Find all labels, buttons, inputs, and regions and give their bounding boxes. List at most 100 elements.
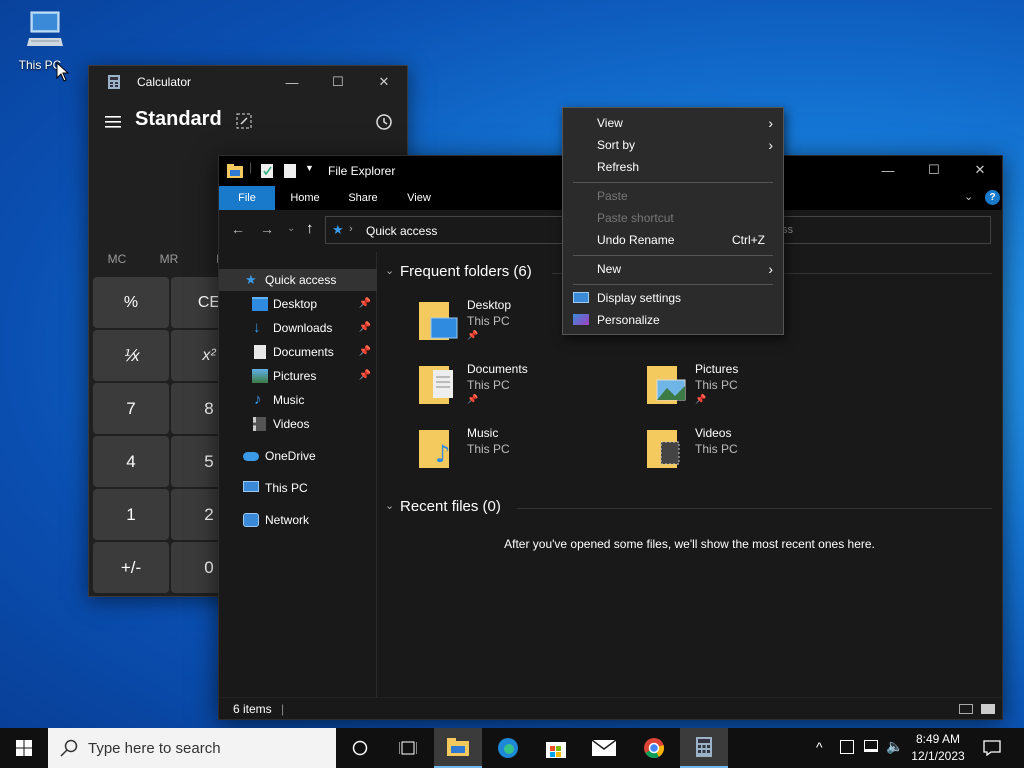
star-icon: ★ <box>245 272 257 287</box>
menu-item-view[interactable]: View › <box>563 112 783 134</box>
taskbar-store[interactable] <box>532 728 580 768</box>
help-icon[interactable]: ? <box>985 190 1000 205</box>
cortana-button[interactable] <box>336 728 384 768</box>
folder-location: This PC <box>467 442 510 456</box>
computer-icon <box>243 481 259 492</box>
history-icon[interactable] <box>375 113 393 131</box>
menu-item-paste-shortcut: Paste shortcut <box>563 207 783 229</box>
navigation-pane: ★ Quick access Desktop 📌 ↓ Downloads 📌 D… <box>219 252 377 697</box>
search-box[interactable]: ss <box>779 216 991 244</box>
memory-clear-button[interactable]: MC <box>97 252 137 266</box>
collapse-chevron-icon[interactable]: ⌄ <box>385 499 394 512</box>
show-hidden-icons-icon[interactable]: ^ <box>816 739 823 755</box>
qat-dropdown-icon[interactable]: ▼ <box>305 163 314 173</box>
sidebar-item-this-pc[interactable]: This PC <box>219 477 377 499</box>
tab-file[interactable]: File <box>219 186 275 210</box>
menu-icon[interactable] <box>105 115 121 129</box>
large-icons-view-icon[interactable] <box>981 704 995 714</box>
taskbar-mail[interactable] <box>580 728 628 768</box>
taskbar-chrome[interactable] <box>630 728 678 768</box>
menu-item-label: Undo Rename <box>597 233 675 247</box>
folder-tile-music[interactable]: ♪ Music This PC <box>419 426 639 486</box>
status-bar: 6 items | <box>219 697 1002 719</box>
sidebar-item-pictures[interactable]: Pictures 📌 <box>219 365 377 387</box>
desktop-icon <box>252 297 268 311</box>
volume-muted-icon[interactable]: 🔈 <box>886 738 903 755</box>
sidebar-item-desktop[interactable]: Desktop 📌 <box>219 293 377 315</box>
taskbar-clock[interactable]: 8:49 AM 12/1/2023 <box>908 731 968 765</box>
status-divider: | <box>281 702 285 716</box>
properties-icon[interactable] <box>261 164 274 178</box>
menu-item-label: Refresh <box>597 160 640 174</box>
menu-item-label: View <box>597 116 623 130</box>
menu-item-label: Sort by <box>597 138 636 152</box>
sidebar-item-downloads[interactable]: ↓ Downloads 📌 <box>219 317 377 339</box>
sidebar-item-music[interactable]: ♪ Music <box>219 389 377 411</box>
folder-tile-documents[interactable]: Documents This PC 📌 <box>419 362 639 422</box>
cortana-icon <box>352 740 368 756</box>
forward-arrow-icon[interactable]: → <box>260 221 274 237</box>
notifications-icon[interactable] <box>983 740 1001 756</box>
desktop-context-menu: View › Sort by › Refresh Paste Paste short… <box>562 107 784 335</box>
folder-name: Videos <box>695 426 732 440</box>
tab-home[interactable]: Home <box>279 186 331 210</box>
taskbar-calculator[interactable] <box>680 728 728 768</box>
collapse-chevron-icon[interactable]: ⌄ <box>385 264 394 277</box>
sidebar-item-label: Desktop <box>273 297 318 311</box>
explorer-minimize-button[interactable]: — <box>865 154 911 186</box>
address-bar[interactable]: ★ › Quick access <box>325 216 595 244</box>
frequent-folders-header[interactable]: Frequent folders (6) <box>400 263 532 280</box>
menu-item-refresh[interactable]: Refresh <box>563 156 783 178</box>
digit-1-button[interactable]: 1 <box>93 489 169 540</box>
menu-item-sort-by[interactable]: Sort by › <box>563 134 783 156</box>
explorer-close-button[interactable]: ✕ <box>957 154 1003 186</box>
download-icon: ↓ <box>253 319 261 336</box>
keep-on-top-icon[interactable] <box>236 113 252 129</box>
security-icon[interactable] <box>840 740 854 754</box>
task-view-button[interactable] <box>384 728 432 768</box>
calculator-titlebar[interactable]: Calculator — ☐ ✕ <box>89 66 407 98</box>
taskbar-edge[interactable] <box>484 728 532 768</box>
folder-name: Documents <box>467 362 528 376</box>
store-icon <box>546 742 566 758</box>
maximize-button[interactable]: ☐ <box>315 66 361 98</box>
close-button[interactable]: ✕ <box>361 66 407 98</box>
menu-item-personalize[interactable]: Personalize <box>563 309 783 331</box>
ribbon-expand-icon[interactable]: ⌄ <box>964 190 973 203</box>
reciprocal-button[interactable]: ⅟x <box>93 330 169 381</box>
explorer-maximize-button[interactable]: ☐ <box>911 154 957 186</box>
menu-item-display-settings[interactable]: Display settings <box>563 287 783 309</box>
taskbar-file-explorer[interactable] <box>434 728 482 768</box>
digit-4-button[interactable]: 4 <box>93 436 169 487</box>
menu-item-label: Paste <box>597 189 628 203</box>
sidebar-item-network[interactable]: Network <box>219 509 377 531</box>
percent-button[interactable]: % <box>93 277 169 328</box>
up-arrow-icon[interactable]: ↑ <box>306 220 314 237</box>
section-divider <box>517 508 992 509</box>
folder-location: This PC <box>695 442 738 456</box>
folder-tile-videos[interactable]: Videos This PC <box>647 426 867 486</box>
sidebar-item-videos[interactable]: Videos <box>219 413 377 435</box>
menu-item-new[interactable]: New › <box>563 258 783 280</box>
details-view-icon[interactable] <box>959 704 973 714</box>
network-status-icon[interactable] <box>864 740 878 752</box>
taskbar-search-box[interactable]: Type here to search <box>48 728 336 768</box>
folder-tile-pictures[interactable]: Pictures This PC 📌 <box>647 362 867 422</box>
recent-files-header[interactable]: Recent files (0) <box>400 498 501 515</box>
recent-locations-icon[interactable]: ⌄ <box>287 223 295 234</box>
tab-view[interactable]: View <box>393 186 445 210</box>
digit-7-button[interactable]: 7 <box>93 383 169 434</box>
tab-share[interactable]: Share <box>337 186 389 210</box>
sidebar-item-documents[interactable]: Documents 📌 <box>219 341 377 363</box>
negate-button[interactable]: +/- <box>93 542 169 593</box>
back-arrow-icon[interactable]: ← <box>231 221 245 237</box>
minimize-button[interactable]: — <box>269 66 315 98</box>
sidebar-item-onedrive[interactable]: OneDrive <box>219 445 377 467</box>
memory-recall-button[interactable]: MR <box>149 252 189 266</box>
taskbar-search-placeholder: Type here to search <box>88 740 221 757</box>
recent-files-empty-message: After you've opened some files, we'll sh… <box>504 537 875 551</box>
menu-item-undo-rename[interactable]: Undo Rename Ctrl+Z <box>563 229 783 251</box>
start-button[interactable] <box>0 728 48 768</box>
new-folder-icon[interactable] <box>284 164 297 178</box>
sidebar-item-quick-access[interactable]: ★ Quick access <box>219 269 377 291</box>
